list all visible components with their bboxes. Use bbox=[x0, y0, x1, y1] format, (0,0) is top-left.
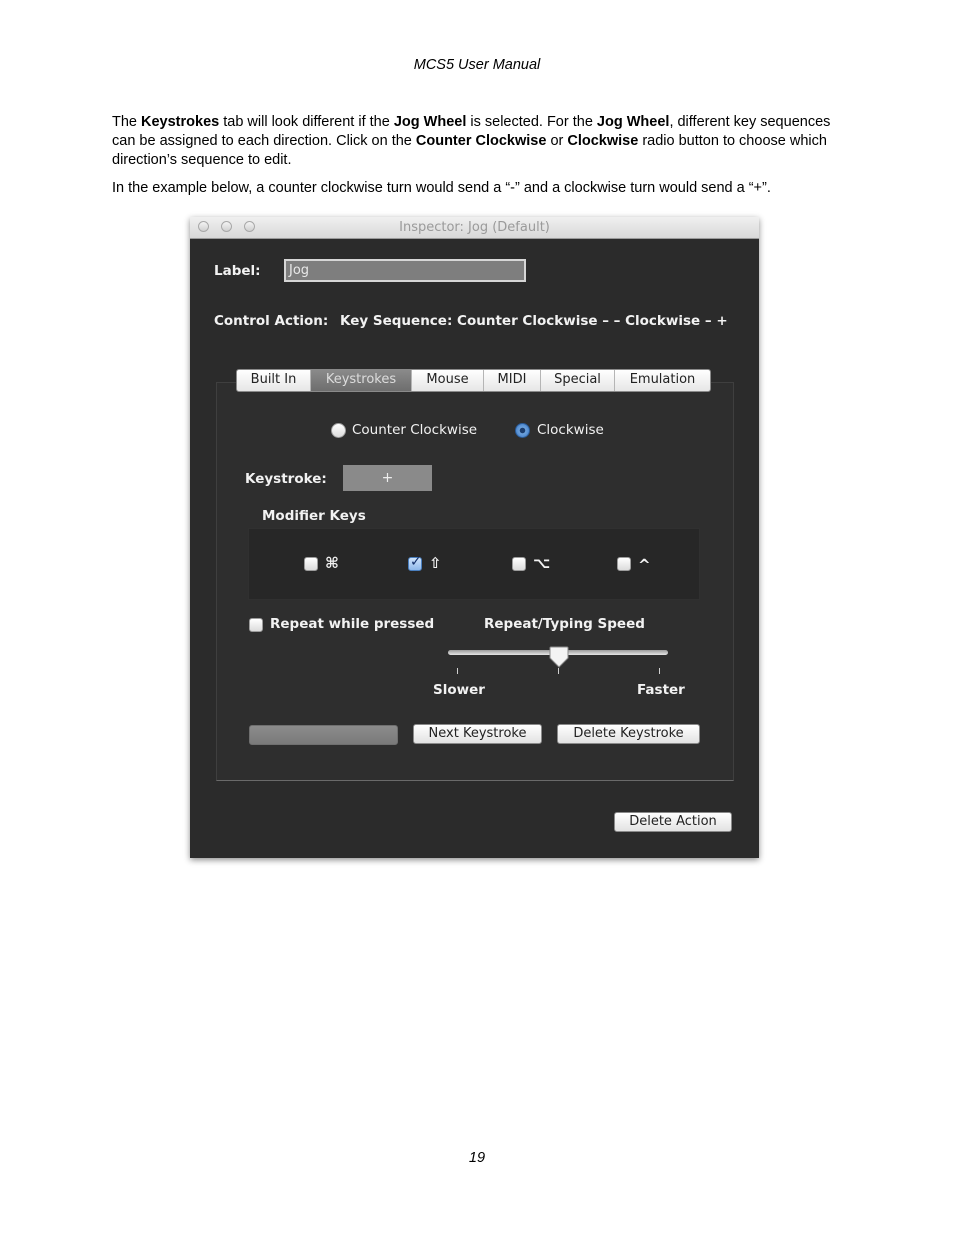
counter-clockwise-label[interactable]: Counter Clockwise bbox=[352, 422, 477, 438]
slider-tick bbox=[457, 668, 458, 674]
counter-clockwise-radio[interactable] bbox=[331, 423, 346, 438]
command-checkbox[interactable] bbox=[304, 557, 318, 571]
tab-emulation[interactable]: Emulation bbox=[615, 370, 710, 391]
tab-midi[interactable]: MIDI bbox=[484, 370, 541, 391]
page-header: MCS5 User Manual bbox=[413, 57, 541, 73]
previous-keystroke-button bbox=[249, 725, 398, 745]
label-input[interactable]: Jog bbox=[284, 259, 526, 282]
control-action-value: Key Sequence: Counter Clockwise – – Cloc… bbox=[340, 313, 728, 329]
option-icon: ⌥ bbox=[533, 554, 551, 572]
repeat-checkbox[interactable] bbox=[249, 618, 263, 632]
intro-paragraph: The Keystrokes tab will look different i… bbox=[112, 114, 831, 168]
modifier-keys-caption: Modifier Keys bbox=[262, 508, 366, 524]
next-keystroke-button[interactable]: Next Keystroke bbox=[413, 724, 542, 744]
slower-label: Slower bbox=[433, 682, 485, 698]
window-title: Inspector: Jog (Default) bbox=[399, 220, 550, 235]
page-number: 19 bbox=[468, 1150, 486, 1166]
shift-checkbox[interactable] bbox=[408, 554, 422, 571]
control-action-caption: Control Action: bbox=[214, 313, 329, 329]
example-paragraph: In the example below, a counter clockwis… bbox=[112, 180, 771, 196]
keystroke-field[interactable]: + bbox=[343, 465, 432, 491]
speed-caption: Repeat/Typing Speed bbox=[484, 616, 645, 632]
label-caption: Label: bbox=[214, 263, 261, 279]
delete-keystroke-button[interactable]: Delete Keystroke bbox=[557, 724, 700, 744]
shift-icon: ⇧ bbox=[429, 554, 442, 572]
clockwise-radio[interactable] bbox=[515, 423, 530, 438]
option-checkbox[interactable] bbox=[512, 557, 526, 571]
repeat-label[interactable]: Repeat while pressed bbox=[270, 616, 434, 632]
keystroke-caption: Keystroke: bbox=[245, 471, 327, 487]
inspector-window: Inspector: Jog (Default) Label: Jog Cont… bbox=[190, 217, 759, 858]
tab-built-in[interactable]: Built In bbox=[237, 370, 311, 391]
tab-keystrokes[interactable]: Keystrokes bbox=[311, 370, 412, 391]
clockwise-label[interactable]: Clockwise bbox=[537, 422, 604, 438]
title-bar[interactable]: Inspector: Jog (Default) bbox=[190, 217, 759, 239]
control-checkbox[interactable] bbox=[617, 557, 631, 571]
control-icon: ^ bbox=[638, 556, 651, 574]
tab-special[interactable]: Special bbox=[541, 370, 615, 391]
command-icon: ⌘ bbox=[325, 554, 339, 572]
faster-label: Faster bbox=[637, 682, 685, 698]
slider-tick bbox=[558, 668, 559, 674]
speed-slider-thumb[interactable] bbox=[549, 646, 569, 668]
tab-mouse[interactable]: Mouse bbox=[412, 370, 484, 391]
slider-tick bbox=[659, 668, 660, 674]
delete-action-button[interactable]: Delete Action bbox=[614, 812, 732, 832]
tab-bar: Built In Keystrokes Mouse MIDI Special E… bbox=[236, 369, 711, 392]
